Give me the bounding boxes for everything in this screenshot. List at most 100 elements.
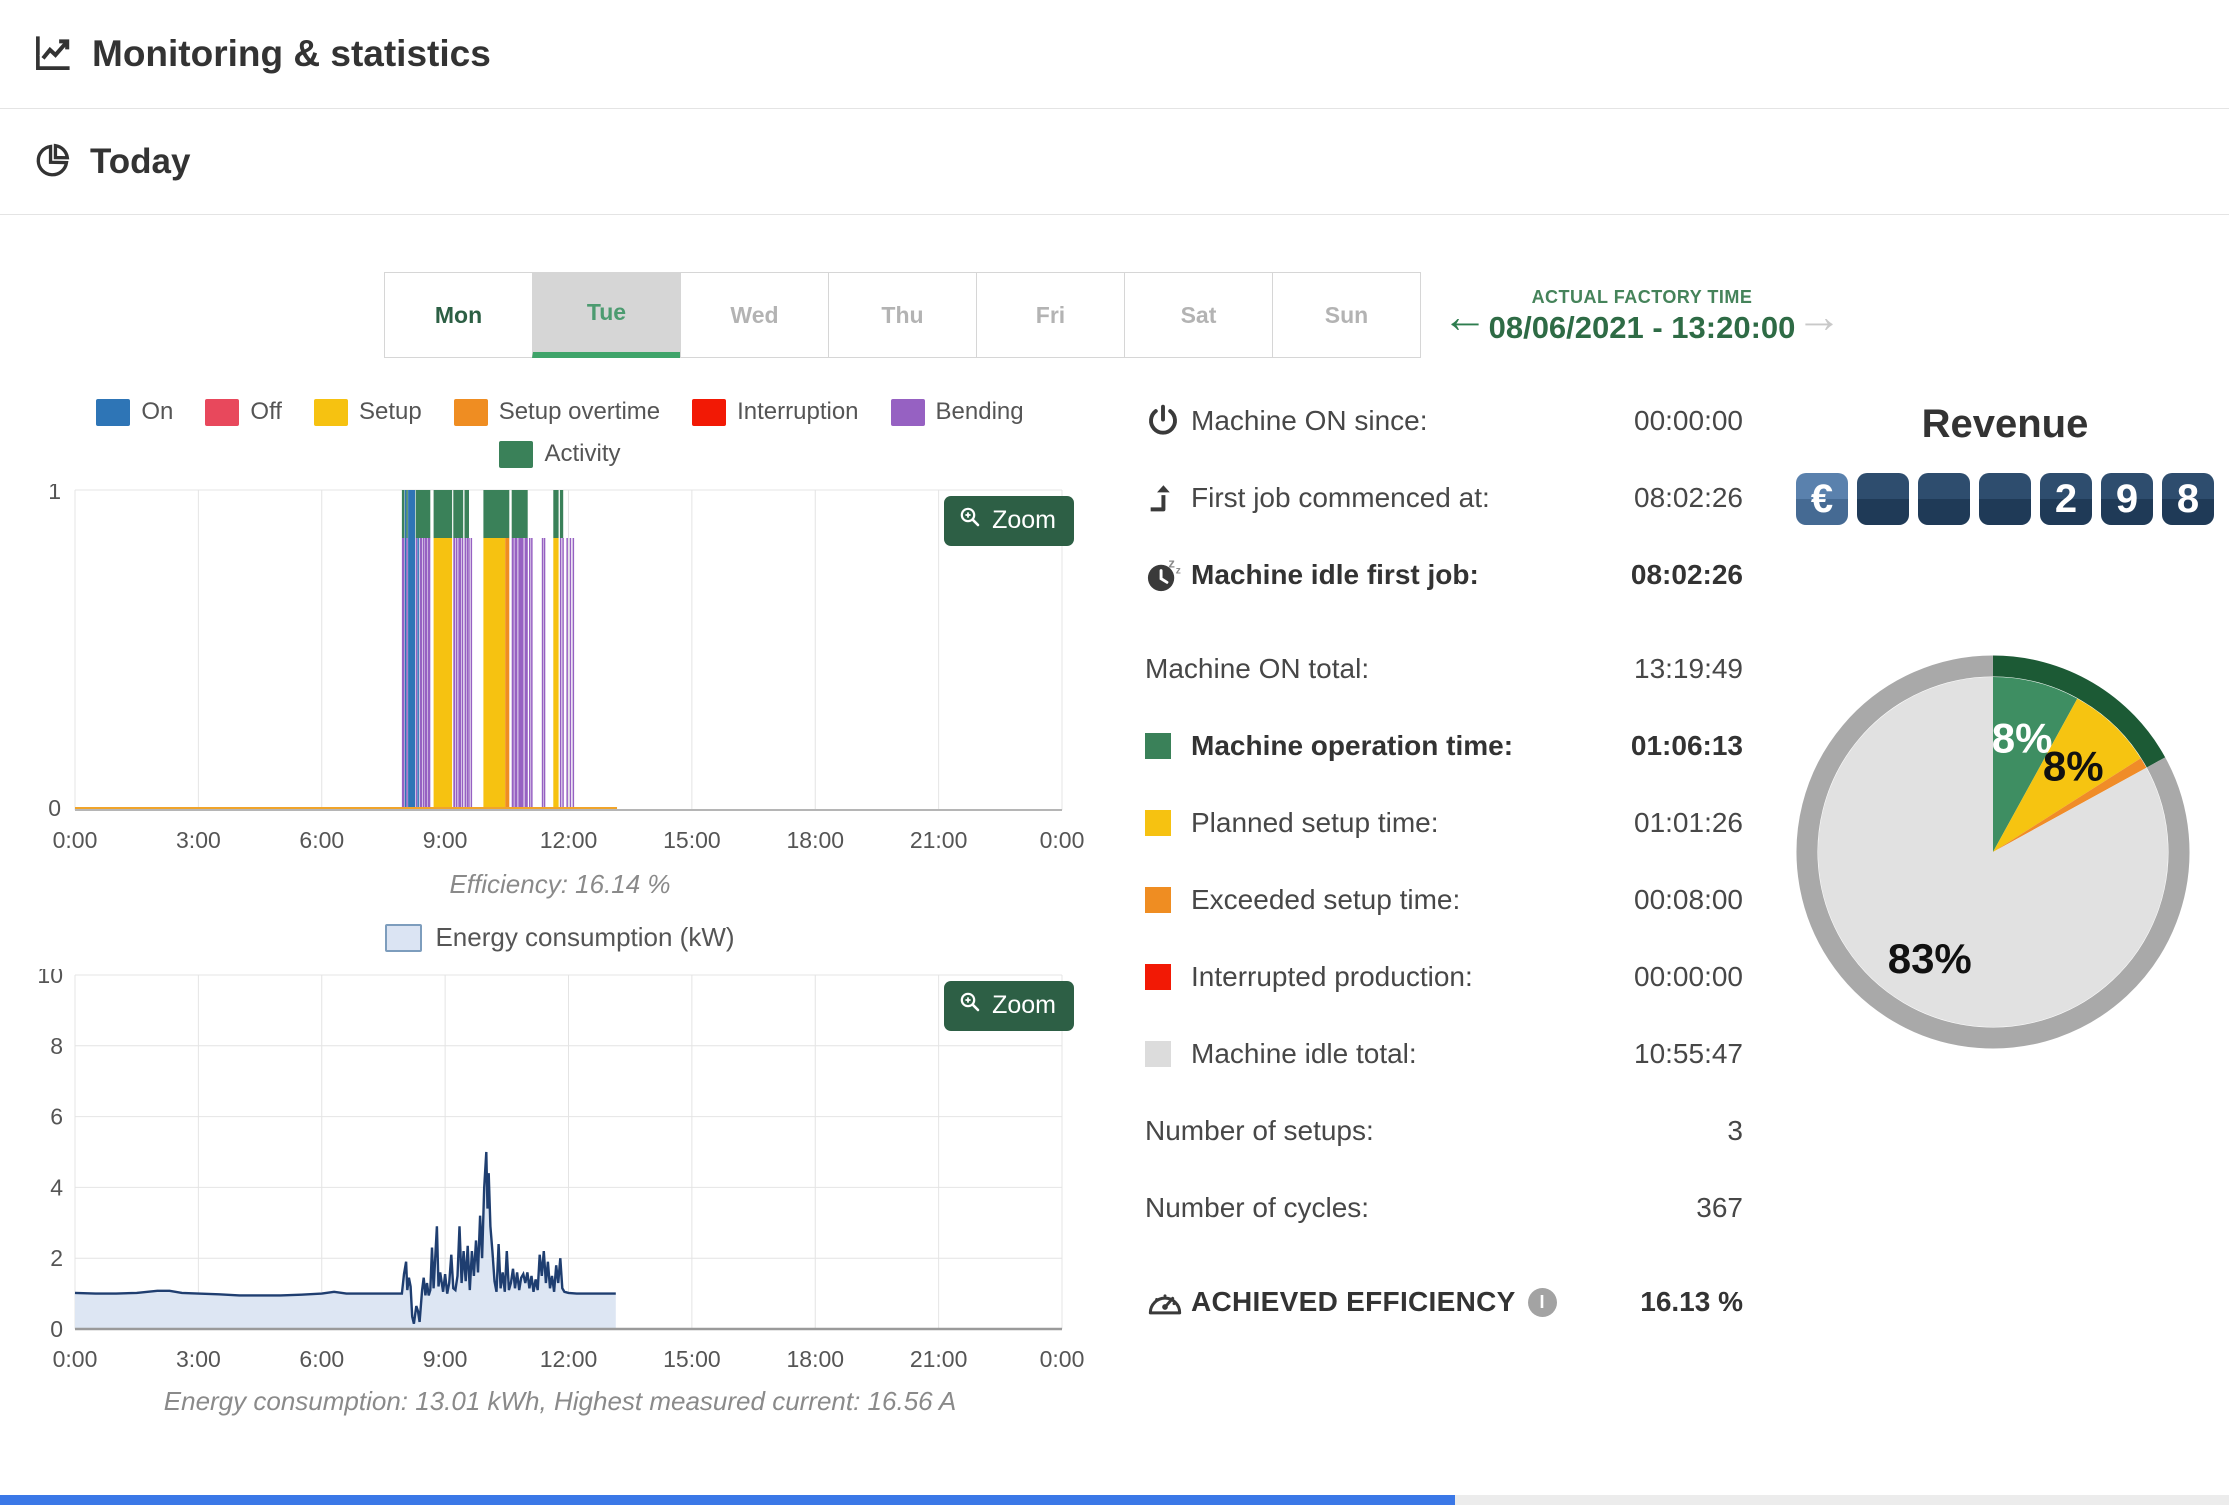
stat-row: Machine ON total: 13:19:49 (1145, 648, 1743, 690)
energy-chart-svg[interactable]: 0 2 4 6 8 10 0:00 3:00 6:00 9:00 12:00 15:00 18:00 21… (30, 962, 1090, 1373)
stat-value: 16.13 % (1640, 1286, 1743, 1317)
stat-color-swatch (1145, 1041, 1171, 1067)
revenue-digit-cell (1979, 473, 2031, 525)
stat-value: 08:02:26 (1630, 559, 1743, 590)
power-icon (1145, 403, 1191, 439)
stat-row: Machine ON since: 00:00:00 (1145, 400, 1743, 442)
tab-sat[interactable]: Sat (1124, 272, 1273, 358)
legend-item-on[interactable]: On (96, 398, 173, 426)
svg-text:3:00: 3:00 (176, 1346, 221, 1372)
energy-legend-label: Energy consumption (kW) (435, 922, 735, 952)
stat-value: 00:08:00 (1634, 884, 1743, 915)
horizontal-scrollbar-thumb[interactable] (0, 1495, 1455, 1505)
revenue-counter: €2 9 8 (1795, 473, 2215, 525)
legend-item-activity[interactable]: Activity (499, 440, 621, 468)
tab-mon[interactable]: Mon (384, 272, 533, 358)
stat-label: Machine operation time: (1191, 730, 1631, 762)
stat-label-text: Machine operation time: (1191, 730, 1514, 761)
stat-label-text: First job commenced at: (1191, 482, 1490, 513)
tab-thu[interactable]: Thu (828, 272, 977, 358)
first-job-icon (1145, 481, 1191, 515)
legend-color-chip (453, 398, 488, 426)
pie-label: 8% (2043, 743, 2104, 790)
stat-label-text: Number of setups: (1145, 1115, 1374, 1146)
svg-text:8: 8 (50, 1033, 63, 1059)
energy-caption: Energy consumption: 13.01 kWh, Highest m… (163, 1386, 957, 1416)
legend-label: Bending (935, 398, 1024, 425)
revenue-digit-cell (1857, 473, 1909, 525)
stat-label-text: Machine ON total: (1145, 653, 1370, 684)
zoom-button-label: Zoom (992, 506, 1056, 534)
stat-label: Machine idle total: (1191, 1038, 1634, 1070)
energy-chart-legend[interactable]: Energy consumption (kW) (30, 922, 1090, 953)
legend-item-interruption[interactable]: Interruption (692, 398, 859, 426)
status-chart-svg[interactable]: 1 0 0:00 3:00 6:00 9:00 12:00 15:00 18:00 21:00 0:… (30, 478, 1090, 856)
stat-label: Machine ON since: (1191, 405, 1634, 437)
revenue-digit-cell: 8 (2162, 473, 2214, 525)
svg-text:15:00: 15:00 (663, 827, 721, 853)
stat-label: Number of setups: (1145, 1115, 1727, 1147)
time-distribution-pie[interactable]: 8%8%83% (1793, 652, 2193, 1052)
tab-fri[interactable]: Fri (976, 272, 1125, 358)
legend-item-off[interactable]: Off (205, 398, 282, 426)
pie-label: 83% (1888, 935, 1972, 982)
svg-text:10: 10 (37, 969, 63, 988)
stat-label: Machine idle first job: (1191, 559, 1631, 591)
svg-text:4: 4 (50, 1174, 63, 1200)
stat-label-text: Interrupted production: (1191, 961, 1473, 992)
stats-panel: Machine ON since: 00:00:00 First job comme… (1145, 400, 1743, 1358)
legend-label: On (141, 398, 174, 425)
stat-value: 01:06:13 (1630, 730, 1743, 761)
revenue-digit-cell: 9 (2101, 473, 2153, 525)
svg-text:0:00: 0:00 (53, 827, 98, 853)
status-chart-legend: On Off Setup Setup overtime Interruption Bend… (30, 398, 1090, 426)
stat-label-text: Machine idle total: (1191, 1038, 1417, 1069)
legend-item-setup-overtime[interactable]: Setup overtime (453, 398, 660, 426)
zoom-button-label: Zoom (992, 991, 1056, 1019)
stat-value: 00:00:00 (1634, 961, 1743, 992)
zoom-button-energy-chart[interactable]: Zoom (944, 981, 1074, 1031)
factory-time-value: 08/06/2021 - 13:20:00 (1488, 309, 1796, 345)
revenue-title: Revenue (1921, 402, 2089, 446)
svg-text:9:00: 9:00 (423, 827, 468, 853)
section-header: Today (0, 110, 2229, 215)
tab-tue[interactable]: Tue (532, 272, 681, 358)
info-icon[interactable]: i (1527, 1287, 1557, 1317)
svg-text:3:00: 3:00 (176, 827, 221, 853)
stat-color-swatch (1145, 887, 1171, 913)
tab-sun[interactable]: Sun (1272, 272, 1421, 358)
arrow-left-icon[interactable]: ← (1442, 293, 1488, 339)
stat-label-text: Machine ON since: (1191, 405, 1428, 436)
stat-label: Planned setup time: (1191, 807, 1634, 839)
svg-text:0:00: 0:00 (53, 1346, 98, 1372)
svg-text:21:00: 21:00 (910, 1346, 968, 1372)
factory-time-nav: ← ACTUAL FACTORY TIME 08/06/2021 - 13:20… (1442, 276, 1842, 356)
pie-chart-icon (32, 139, 74, 186)
stat-label-text: Achieved efficiency (1191, 1286, 1516, 1317)
stat-label: First job commenced at: (1191, 482, 1634, 514)
svg-text:18:00: 18:00 (787, 827, 845, 853)
legend-label: Activity (544, 440, 621, 467)
zoom-button-status-chart[interactable]: Zoom (944, 496, 1074, 546)
stat-row: Number of cycles: 367 (1145, 1187, 1743, 1229)
legend-item-setup[interactable]: Setup (313, 398, 422, 426)
svg-text:0:00: 0:00 (1040, 827, 1085, 853)
monitoring-dashboard: Monitoring & statistics Today Mon Tue Wed T… (0, 0, 2229, 1505)
tab-wed[interactable]: Wed (680, 272, 829, 358)
legend-label: Off (250, 398, 282, 425)
gauge-icon (1145, 1282, 1191, 1322)
revenue-currency-cell: € (1796, 473, 1848, 525)
svg-text:6: 6 (50, 1104, 63, 1130)
stat-value: 08:02:26 (1634, 482, 1743, 513)
stat-label-text: Planned setup time: (1191, 807, 1439, 838)
svg-text:6:00: 6:00 (299, 1346, 344, 1372)
svg-text:21:00: 21:00 (910, 827, 968, 853)
stat-row: Planned setup time: 01:01:26 (1145, 802, 1743, 844)
legend-item-bending[interactable]: Bending (890, 398, 1024, 426)
stat-color-swatch (1145, 964, 1171, 990)
magnifier-plus-icon (958, 505, 982, 536)
legend-color-chip (890, 398, 925, 426)
factory-time-label: ACTUAL FACTORY TIME (1531, 286, 1753, 307)
page-header: Monitoring & statistics (0, 0, 2229, 109)
stat-row: z z Machine idle first job: 08:02:26 (1145, 554, 1743, 596)
